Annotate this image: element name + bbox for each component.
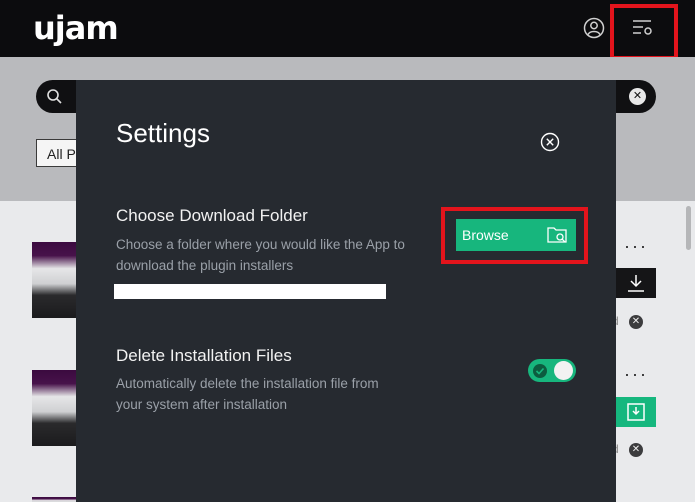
more-options-button[interactable]: ··· bbox=[624, 236, 648, 257]
list-scrollbar[interactable] bbox=[686, 206, 691, 250]
download-folder-path bbox=[114, 284, 386, 299]
install-button[interactable] bbox=[616, 397, 656, 427]
browse-highlight-box bbox=[441, 207, 588, 264]
top-bar: ujam bbox=[0, 0, 695, 57]
clear-search-icon[interactable]: ✕ bbox=[629, 88, 646, 105]
toggle-knob bbox=[554, 361, 573, 380]
download-icon bbox=[628, 275, 644, 292]
user-circle-icon[interactable] bbox=[583, 17, 605, 39]
settings-modal: Settings Choose Download Folder Choose a… bbox=[76, 80, 616, 502]
install-icon bbox=[627, 403, 645, 421]
modal-title: Settings bbox=[116, 118, 210, 148]
more-options-button[interactable]: ··· bbox=[624, 364, 648, 385]
check-icon bbox=[533, 364, 547, 378]
plugin-thumbnail[interactable] bbox=[32, 497, 80, 502]
plugin-thumbnail[interactable] bbox=[32, 242, 80, 318]
remove-icon[interactable]: ✕ bbox=[629, 315, 643, 329]
settings-highlight-box bbox=[610, 4, 678, 60]
ujam-logo: ujam bbox=[33, 9, 119, 47]
delete-files-description: Automatically delete the installation fi… bbox=[116, 376, 379, 412]
plugin-thumbnail[interactable] bbox=[32, 370, 80, 446]
delete-files-title: Delete Installation Files bbox=[116, 346, 292, 365]
search-icon bbox=[47, 89, 62, 104]
delete-files-toggle[interactable] bbox=[528, 359, 576, 382]
download-folder-description: Choose a folder where you would like the… bbox=[116, 237, 405, 273]
download-folder-title: Choose Download Folder bbox=[116, 206, 308, 225]
download-button[interactable] bbox=[616, 268, 656, 298]
close-icon[interactable] bbox=[540, 132, 560, 152]
remove-icon[interactable]: ✕ bbox=[629, 443, 643, 457]
